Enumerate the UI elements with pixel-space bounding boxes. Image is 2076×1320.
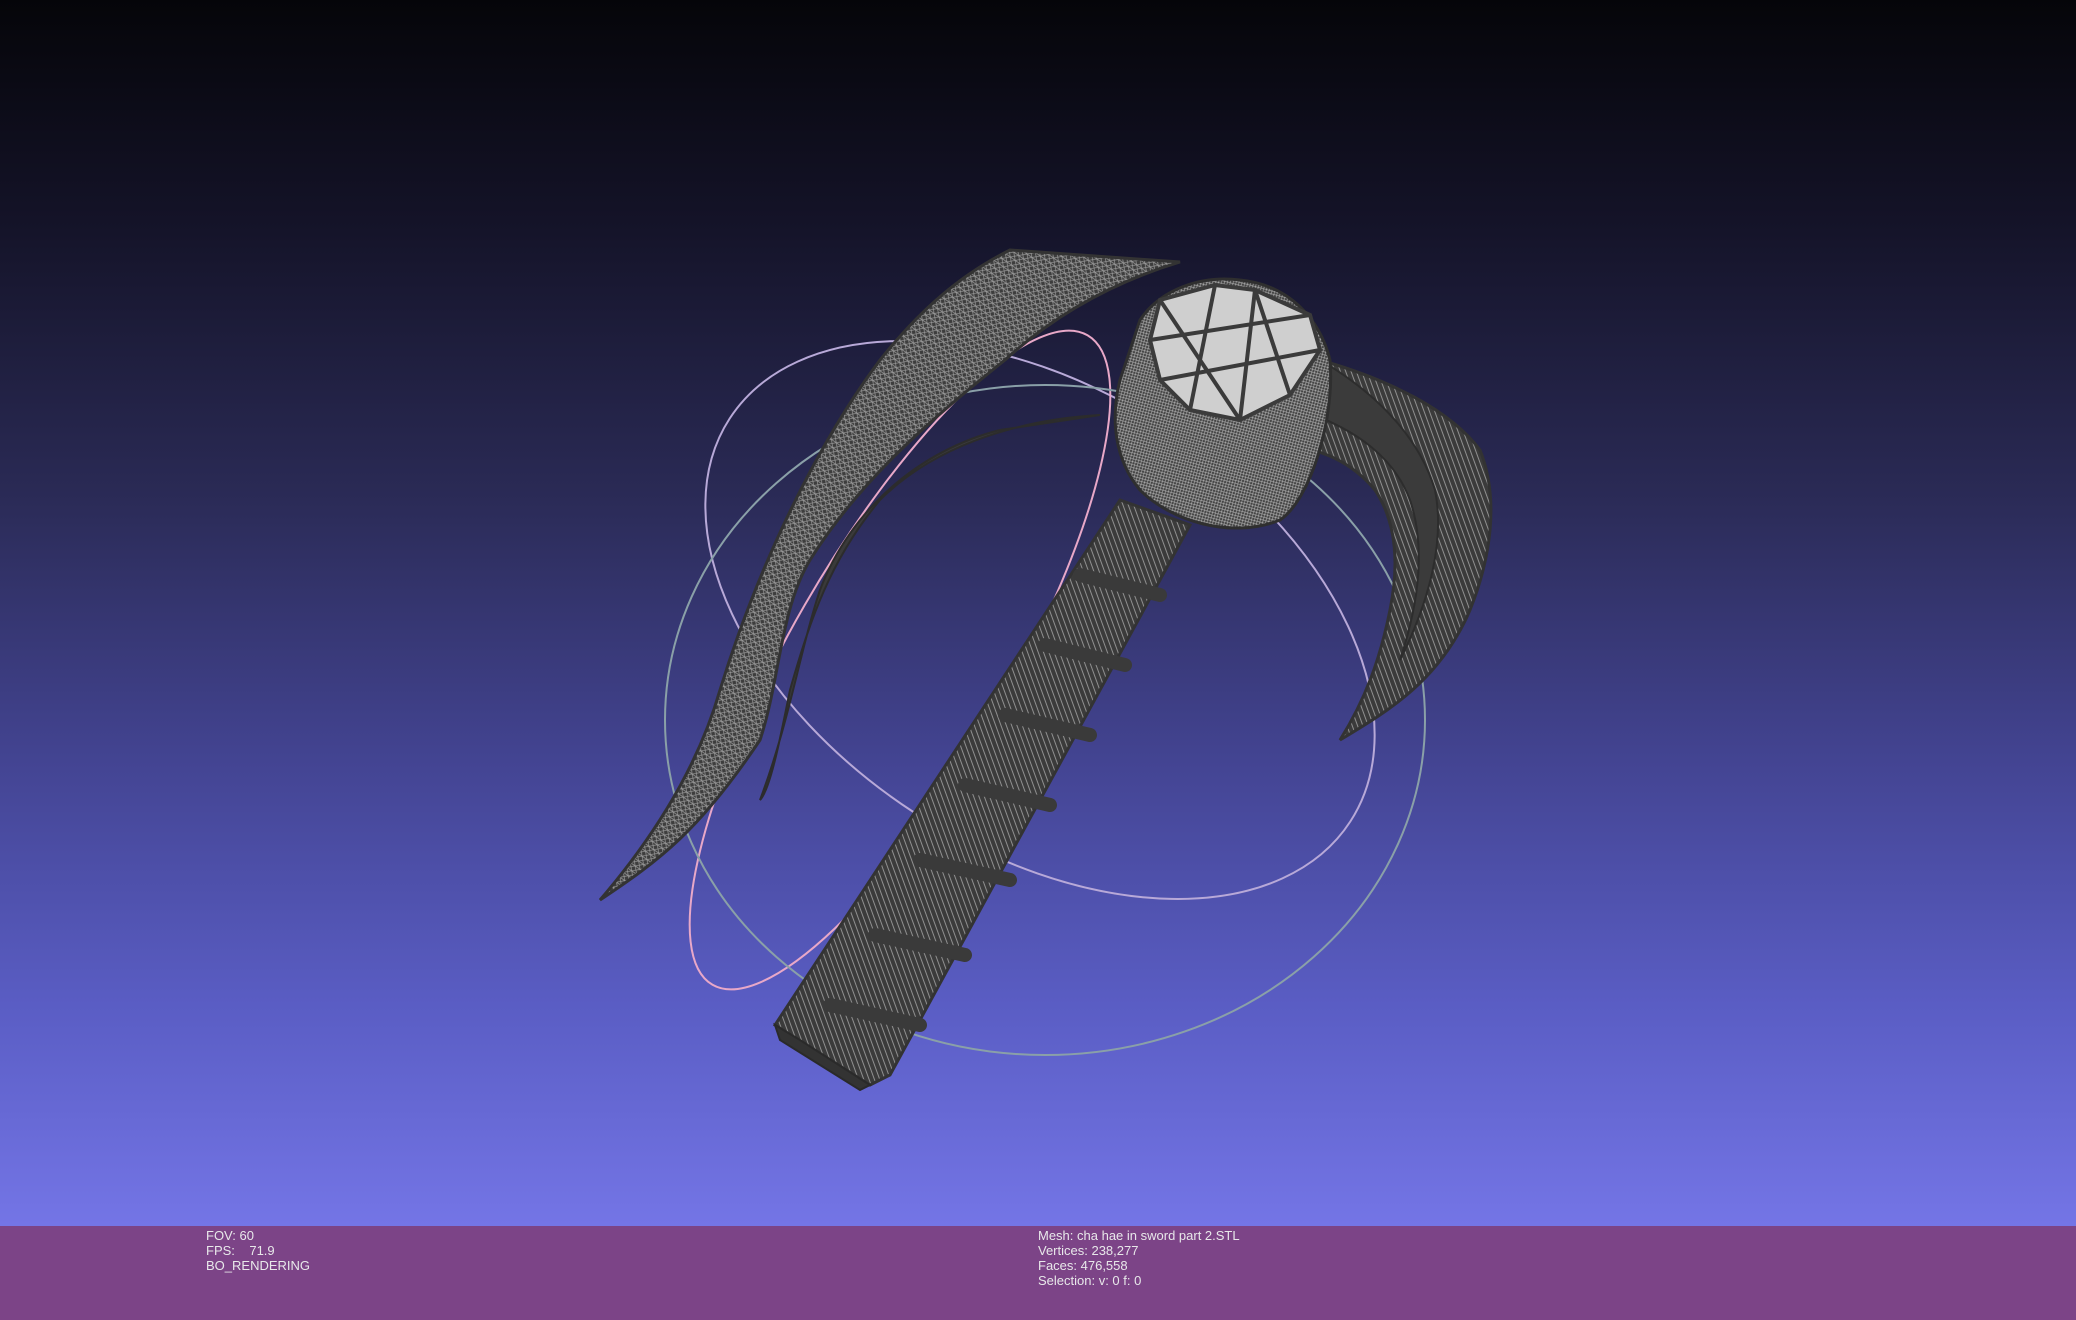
render-info: FOV: 60 FPS: 71.9 BO_RENDERING: [206, 1228, 310, 1273]
mesh-name: Mesh: cha hae in sword part 2.STL: [1038, 1228, 1240, 1243]
fps-readout: FPS: 71.9: [206, 1243, 275, 1258]
status-bar: FOV: 60 FPS: 71.9 BO_RENDERING Mesh: cha…: [0, 1226, 2076, 1320]
selection-info: Selection: v: 0 f: 0: [1038, 1273, 1142, 1288]
3d-viewport[interactable]: [0, 0, 2076, 1226]
mesh-render[interactable]: [0, 0, 2076, 1226]
vertex-count: Vertices: 238,277: [1038, 1243, 1139, 1258]
face-count: Faces: 476,558: [1038, 1258, 1128, 1273]
fov-readout: FOV: 60: [206, 1228, 254, 1243]
mesh-info: Mesh: cha hae in sword part 2.STL Vertic…: [1038, 1228, 1240, 1288]
render-mode: BO_RENDERING: [206, 1258, 311, 1273]
